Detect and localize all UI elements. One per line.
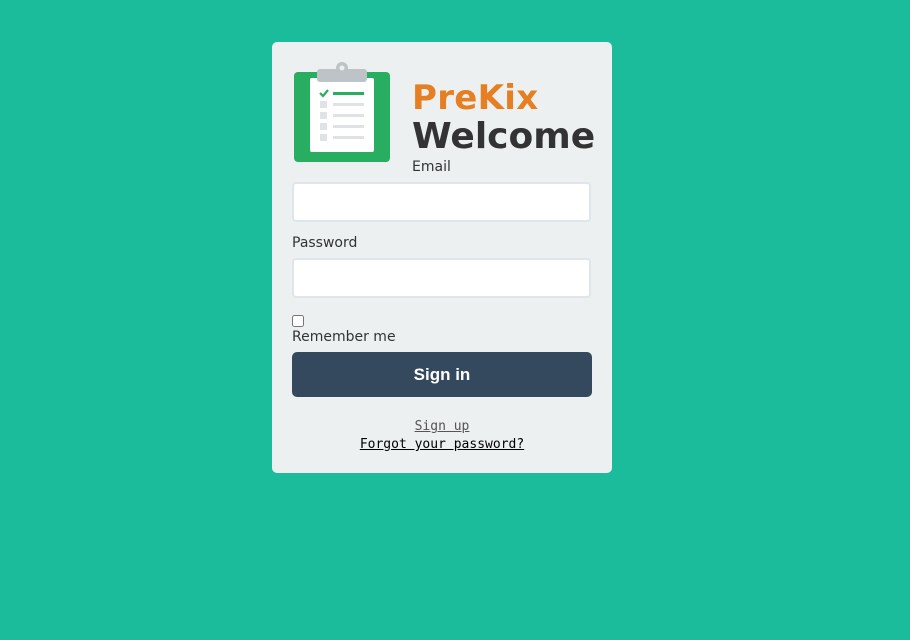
password-field[interactable] [292, 258, 591, 298]
sign-up-link[interactable]: Sign up [272, 419, 612, 435]
brand-name: PreKix [412, 78, 539, 118]
email-field[interactable] [292, 182, 591, 222]
forgot-password-link[interactable]: Forgot your password? [272, 437, 612, 453]
login-card: PreKix Welcome Email Password Remember m… [272, 42, 612, 473]
password-label: Password [292, 235, 358, 251]
remember-me-checkbox[interactable] [292, 315, 304, 327]
clipboard-checklist-icon [294, 62, 390, 162]
sign-in-button[interactable]: Sign in [292, 352, 592, 397]
page-title: Welcome [412, 116, 596, 157]
remember-me-label[interactable]: Remember me [292, 329, 396, 345]
email-label: Email [412, 159, 451, 175]
